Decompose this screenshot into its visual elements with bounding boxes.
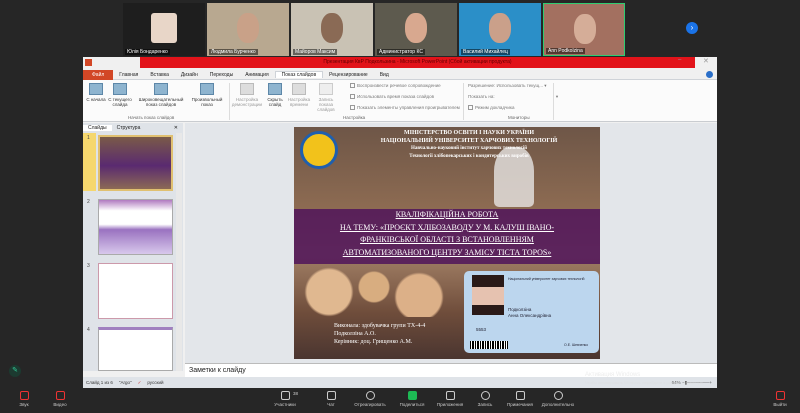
video-button[interactable]: Видео (40, 391, 80, 407)
notes-button[interactable]: Примечания (500, 391, 540, 407)
group-label: Настройка (343, 115, 366, 120)
resolution-dropdown[interactable]: Разрешение: Использовать текущ... ▾ (468, 83, 546, 89)
help-icon[interactable] (706, 71, 713, 78)
slide-number: 1 (87, 135, 90, 141)
windows-activation-watermark: Активация Windows Чтобы активировать Wind… (585, 372, 706, 385)
media-controls-checkbox[interactable]: Показать элементы управления проигрывате… (350, 105, 460, 111)
participants-button[interactable]: Участники 38 (265, 391, 305, 407)
title-bar: Презентация КвР Подкользина - Microsoft … (83, 57, 717, 68)
window-title: Презентация КвР Подкользина - Microsoft … (140, 57, 695, 68)
group-label: Начать показ слайдов (128, 115, 175, 120)
participant-tile[interactable]: Юлія Бондаренко (123, 3, 205, 56)
tab-animation[interactable]: Анимация (239, 72, 274, 78)
slides-pane: Слайды Структура ✕ 1 2 3 4 (83, 123, 183, 371)
slide-authors: Виконала: здобувачка групи ТХ-4-4 Подколз… (334, 323, 426, 345)
from-start-button[interactable]: С начала (85, 83, 107, 102)
slide-thumbnail[interactable] (98, 135, 173, 191)
from-current-button[interactable]: С текущего слайда (108, 83, 132, 107)
tab-design[interactable]: Дизайн (175, 72, 204, 78)
annotate-button[interactable]: ✎ (9, 365, 21, 377)
slide-editor: МІНІСТЕРСТВО ОСВІТИ І НАУКИ УКРАЇНИ НАЦІО… (185, 123, 717, 363)
hide-slide-button[interactable]: Скрыть слайд (264, 83, 286, 107)
participant-tile[interactable]: Ann Podkolzina (543, 3, 625, 56)
chat-button[interactable]: Чат (311, 391, 351, 407)
current-slide[interactable]: МІНІСТЕРСТВО ОСВІТИ І НАУКИ УКРАЇНИ НАЦІО… (294, 127, 600, 359)
student-id-card: Національний університет харчових технол… (464, 271, 599, 353)
close-button[interactable]: ✕ (703, 57, 709, 65)
tab-view[interactable]: Вид (374, 72, 395, 78)
record-show-button[interactable]: Запись показа слайдов (312, 83, 340, 112)
tab-insert[interactable]: Вставка (144, 72, 175, 78)
narration-checkbox[interactable]: Воспроизвести речевое сопровождение (350, 83, 441, 89)
student-photo (472, 275, 504, 315)
barcode (470, 341, 508, 349)
slide-number: 4 (87, 327, 90, 333)
slide-number: 2 (87, 199, 90, 205)
slide-number: 3 (87, 263, 90, 269)
tab-outline[interactable]: Структура (112, 125, 146, 131)
language-indicator[interactable]: русский (147, 380, 163, 385)
participant-tile[interactable]: Людмила Бурченко (207, 3, 289, 56)
slide-thumbnail[interactable] (98, 199, 173, 255)
presenter-view-checkbox[interactable]: Режим докладчика (468, 105, 514, 111)
tab-slides[interactable]: Слайды (83, 124, 112, 131)
university-logo (300, 131, 338, 169)
more-button[interactable]: Дополнительно (538, 391, 578, 407)
rehearse-timings-button[interactable]: Настройка времени (287, 83, 311, 107)
slide-header: МІНІСТЕРСТВО ОСВІТИ І НАУКИ УКРАЇНИ НАЦІО… (380, 130, 558, 159)
minimize-button[interactable]: – (678, 57, 681, 63)
participant-tile[interactable]: Василий Михайлец (459, 3, 541, 56)
tab-transitions[interactable]: Переходы (204, 72, 239, 78)
timings-checkbox[interactable]: Использовать время показа слайдов (350, 94, 434, 100)
participant-tile[interactable]: Администратор КС (375, 3, 457, 56)
slide-thumbnail[interactable] (98, 327, 173, 371)
share-button[interactable]: Поделиться (392, 391, 432, 407)
audio-button[interactable]: Звук (4, 391, 44, 407)
slide-title: КВАЛІФІКАЦІЙНА РОБОТА НА ТЕМУ: «ПРОЄКТ ХЛ… (294, 209, 600, 264)
tab-review[interactable]: Рецензирование (323, 72, 374, 78)
theme-name: "Argo" (118, 380, 132, 385)
leave-button[interactable]: Выйти (760, 391, 800, 407)
ribbon: С начала С текущего слайда Широковещател… (83, 80, 717, 122)
ribbon-tabs: Файл Главная Вставка Дизайн Переходы Ани… (83, 69, 717, 80)
next-page-button[interactable]: › (686, 22, 698, 34)
setup-show-button[interactable]: Настройка демонстрации (231, 83, 263, 107)
participant-tile[interactable]: Майоров Максим (291, 3, 373, 56)
show-on-dropdown[interactable]: Показать на: ▾ (468, 94, 558, 100)
custom-show-button[interactable]: Произвольный показ (188, 83, 226, 107)
meeting-toolbar: Звук Видео Участники 38 Чат Отреагироват… (0, 388, 800, 413)
group-label: Мониторы (508, 115, 530, 120)
tab-slideshow[interactable]: Показ слайдов (274, 71, 324, 78)
tab-home[interactable]: Главная (113, 72, 144, 78)
powerpoint-icon (85, 59, 92, 66)
powerpoint-window: Презентация КвР Подкользина - Microsoft … (83, 57, 717, 388)
pane-scrollbar[interactable] (176, 133, 182, 371)
tab-file[interactable]: Файл (83, 69, 114, 80)
spellcheck-icon[interactable]: ✓ (138, 380, 142, 386)
participant-strip: Юлія Бондаренко Людмила Бурченко Майоров… (120, 0, 700, 58)
slide-thumbnail[interactable] (98, 263, 173, 319)
react-button[interactable]: Отреагировать (350, 391, 390, 407)
broadcast-button[interactable]: Широковещательный показ слайдов (135, 83, 187, 107)
slide-counter: Слайд 1 из 6 (86, 380, 113, 385)
bread-image (299, 267, 449, 317)
apps-button[interactable]: Приложения (430, 391, 470, 407)
record-button[interactable]: Запись (465, 391, 505, 407)
close-pane-icon[interactable]: ✕ (169, 125, 183, 131)
